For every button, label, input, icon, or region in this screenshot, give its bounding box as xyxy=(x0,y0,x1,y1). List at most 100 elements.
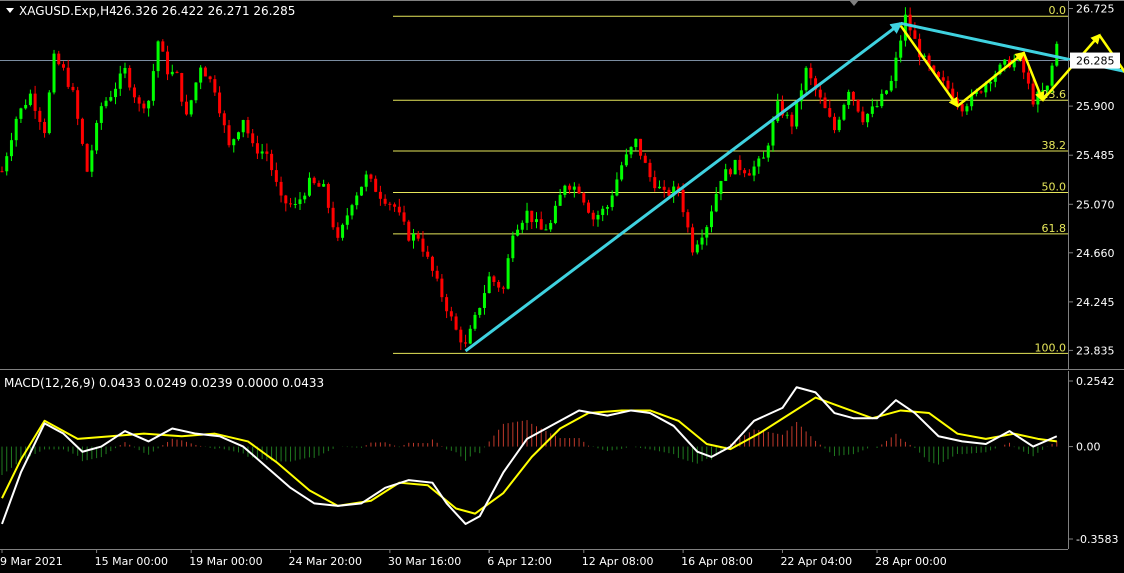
bull-candle xyxy=(719,180,723,201)
up-trend-line[interactable] xyxy=(464,21,903,353)
candle-body xyxy=(359,186,363,196)
bull-candle xyxy=(889,75,893,93)
bear-candle xyxy=(270,149,274,176)
price-chart-panel[interactable]: 0.0 23.6 38.2 50.0 61.8 100.0 26.725 26.285 25.… xyxy=(0,0,1124,370)
candle-body xyxy=(596,214,600,220)
candle-body xyxy=(260,151,264,154)
candle-body xyxy=(336,227,340,238)
forecast-arrow-segment[interactable] xyxy=(899,24,959,108)
candle-body xyxy=(662,186,666,190)
bull-candle xyxy=(1055,41,1059,67)
bear-candle xyxy=(861,106,865,125)
macd-tick-label: -0.3583 xyxy=(1076,533,1118,546)
candle-body xyxy=(889,80,893,91)
bull-candle xyxy=(28,89,32,107)
bull-candle xyxy=(345,208,349,230)
macd-chart[interactable]: 0.2542 0.00 -0.3583 MACD(12,26,9) 0.0433 0… xyxy=(0,371,1124,549)
bull-candle xyxy=(766,142,770,162)
candle-body xyxy=(757,158,761,167)
bull-candle xyxy=(837,116,841,133)
bear-candle xyxy=(691,223,695,256)
bull-candle xyxy=(695,240,699,255)
macd-histogram xyxy=(1,420,1058,475)
candle-body xyxy=(710,211,713,228)
bull-candle xyxy=(894,51,898,89)
bull-candle xyxy=(189,99,193,117)
bear-candle xyxy=(251,128,255,147)
bear-candle xyxy=(57,50,61,66)
candle-body xyxy=(364,174,368,187)
candle-body xyxy=(289,203,293,205)
candle-body xyxy=(128,67,132,88)
candle-body xyxy=(714,193,718,212)
chart-shift-marker-icon[interactable] xyxy=(849,0,859,6)
candle-body xyxy=(1041,90,1045,92)
candle-body xyxy=(539,219,543,230)
price-axis: 26.725 26.285 25.900 25.485 25.070 24.660 24.2… xyxy=(1068,3,1120,357)
bear-candle xyxy=(539,211,543,230)
candle-body xyxy=(170,71,174,75)
bull-candle xyxy=(350,203,354,220)
candle-body xyxy=(941,77,945,81)
candle-body xyxy=(175,71,179,74)
candle-body xyxy=(728,169,732,175)
candle-body xyxy=(965,106,969,112)
candle-body xyxy=(979,91,983,93)
bull-candle xyxy=(705,225,709,246)
candle-body xyxy=(454,316,458,330)
bear-candle xyxy=(459,326,463,351)
bear-candle xyxy=(38,107,42,130)
bull-candle xyxy=(752,160,756,182)
candle-body xyxy=(66,67,70,87)
candle-body xyxy=(464,342,468,344)
candle-body xyxy=(147,100,151,109)
candle-body xyxy=(284,195,288,204)
candle-body xyxy=(445,297,449,312)
bull-candle xyxy=(99,102,103,130)
bear-candle xyxy=(388,201,392,211)
bear-candle xyxy=(426,245,430,260)
bear-candle xyxy=(979,90,983,94)
bear-candle xyxy=(161,39,165,52)
time-tick-label: 19 Mar 00:00 xyxy=(189,555,262,568)
candle-body xyxy=(667,189,671,196)
candle-body xyxy=(553,205,557,224)
candle-body xyxy=(691,227,695,253)
candle-body xyxy=(875,106,879,108)
candle-body xyxy=(506,258,510,289)
fib-level-label: 0.0 xyxy=(1049,4,1067,17)
candle-body xyxy=(903,14,907,41)
candle-body xyxy=(232,139,236,146)
candle-body xyxy=(913,30,917,39)
candle-body xyxy=(790,114,794,127)
time-axis-ticks: 9 Mar 2021 15 Mar 00:00 19 Mar 00:00 24 Mar… xyxy=(0,549,947,568)
bear-candle xyxy=(393,202,397,212)
candle-body xyxy=(397,206,401,213)
candle-body xyxy=(213,79,217,93)
bull-candle xyxy=(293,197,297,209)
symbol-menu-triangle-icon[interactable] xyxy=(6,8,14,13)
bull-candle xyxy=(549,219,553,232)
candle-body xyxy=(648,162,652,178)
candle-body xyxy=(497,281,501,288)
bear-candle xyxy=(66,60,70,89)
fib-level-label: 23.6 xyxy=(1042,88,1067,101)
bear-candle xyxy=(421,230,425,257)
bear-candle xyxy=(587,199,591,214)
candle-body xyxy=(326,184,330,208)
macd-panel[interactable]: 0.2542 0.00 -0.3583 MACD(12,26,9) 0.0433 0… xyxy=(0,371,1124,549)
bull-candle xyxy=(355,192,359,210)
price-chart[interactable]: 0.0 23.6 38.2 50.0 61.8 100.0 26.725 26.285 25.… xyxy=(0,0,1124,370)
candle-body xyxy=(38,110,42,122)
candle-body xyxy=(383,198,387,204)
candle-body xyxy=(842,104,846,120)
candle-body xyxy=(572,186,576,190)
bear-candle xyxy=(728,167,732,177)
candle-body xyxy=(274,170,278,182)
fibonacci-retracement[interactable]: 0.0 23.6 38.2 50.0 61.8 100.0 xyxy=(0,4,1068,354)
bear-candle xyxy=(128,65,132,91)
candle-body xyxy=(823,97,827,109)
candle-body xyxy=(208,76,212,80)
bear-candle xyxy=(828,99,832,118)
bull-candle xyxy=(9,132,13,162)
